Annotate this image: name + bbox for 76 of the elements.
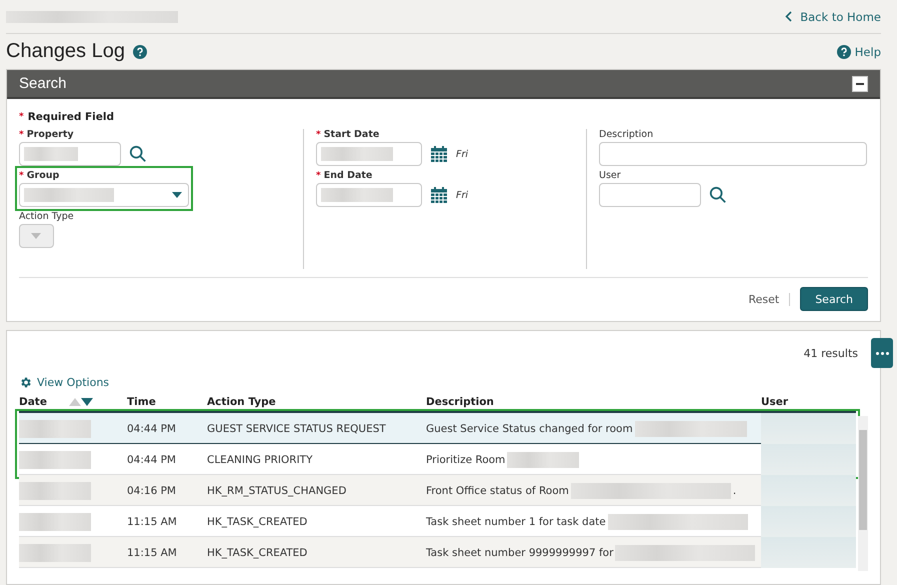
table-row[interactable]: 11:15 AM HK_TASK_CREATED Task sheet number 9999999997 for [19,537,856,568]
search-icon[interactable] [129,145,147,163]
required-mark: * [19,130,24,140]
table-cell-text: 04:44 PM [127,422,177,434]
column-header[interactable]: Time [127,396,207,408]
date-field[interactable] [316,183,422,207]
weekday-text: Fri [456,148,468,160]
results-count: 41 results [804,347,858,360]
blurred-date [19,420,91,438]
help-icon [836,44,851,58]
required-mark: * [19,112,24,122]
blurred-date [19,512,91,530]
search-icon[interactable] [709,186,727,204]
table-cell-text: HK_RM_STATUS_CHANGED [207,484,348,496]
input-field[interactable] [599,142,867,166]
back-link[interactable]: Back to Home [785,10,881,24]
table-cell-text: GUEST SERVICE STATUS REQUEST [207,422,387,434]
table-cell-text: 04:44 PM [127,454,177,466]
more-button[interactable] [871,338,893,368]
table-cell: Prioritize Room [426,452,761,468]
date-field[interactable] [316,142,422,166]
field-label: Start Date [324,129,380,140]
weekday-text: Fri [456,190,468,200]
blurred-value [321,147,393,161]
caret-icon [30,233,40,239]
blurred-date [19,450,91,468]
table-cell-text: HK_TASK_CREATED [207,516,308,528]
input-field[interactable] [19,142,121,166]
search-button[interactable]: Search [800,287,868,311]
scrollbar[interactable] [858,416,868,571]
chevron-left-icon [785,11,792,22]
table-cell: Task sheet number 1 for task date [426,514,761,530]
calendar-icon[interactable] [430,145,448,163]
table-cell-text: Front Office status of Room . [426,482,738,498]
table-cell-text: CLEANING PRIORITY [207,454,314,466]
field-label: Group [26,170,60,181]
panel-title: Search [19,75,67,92]
field-label: User [599,170,621,181]
field-label: Action Type [19,211,74,222]
page-title: Changes Log [6,40,125,63]
view-options-link[interactable]: View Options [19,376,868,389]
blurred-date [19,482,91,500]
dropdown-field[interactable] [19,183,189,207]
required-mark: * [19,170,24,180]
field-label: Description [599,129,654,140]
table-row[interactable]: 04:44 PM CLEANING PRIORITY Prioritize Room [19,444,856,475]
blurred-value [24,147,78,161]
collapse-button[interactable] [852,76,868,92]
help-link[interactable]: Help [836,44,881,58]
blurred-date [19,544,91,562]
table-cell-text: HK_TASK_CREATED [207,546,308,558]
table-row[interactable]: 04:16 PM HK_RM_STATUS_CHANGED Front Office status of Room . [19,475,856,506]
field-label: Property [26,129,74,140]
gear-icon [19,376,32,389]
table-row[interactable]: 04:44 PM GUEST SERVICE STATUS REQUEST Guest Service Status changed for room [19,413,856,444]
required-note: Required Field [28,111,114,123]
required-mark: * [316,130,321,140]
column-header[interactable]: User [761,396,856,408]
table-cell-text: 04:16 PM [127,484,177,496]
column-header[interactable]: Date [19,396,127,408]
table-row[interactable]: 11:15 AM HK_TASK_CREATED Task sheet number 1 for task date [19,506,856,537]
table-cell: Task sheet number 9999999997 for [426,544,761,560]
sort-icon[interactable] [68,398,93,406]
required-mark: * [316,170,321,180]
table-cell: Guest Service Status changed for room [426,420,761,436]
blurred-value [321,188,393,202]
input-field[interactable] [599,183,701,207]
column-header[interactable]: Description [426,396,761,408]
help-icon[interactable] [132,44,147,58]
field-label: End Date [324,170,372,181]
reset-button[interactable]: Reset [748,292,790,306]
column-header[interactable]: Action Type [207,396,426,408]
table-cell-text: 11:15 AM [127,546,178,558]
caret-icon [172,192,182,198]
table-cell-text: 11:15 AM [127,516,178,528]
calendar-icon[interactable] [430,186,448,204]
